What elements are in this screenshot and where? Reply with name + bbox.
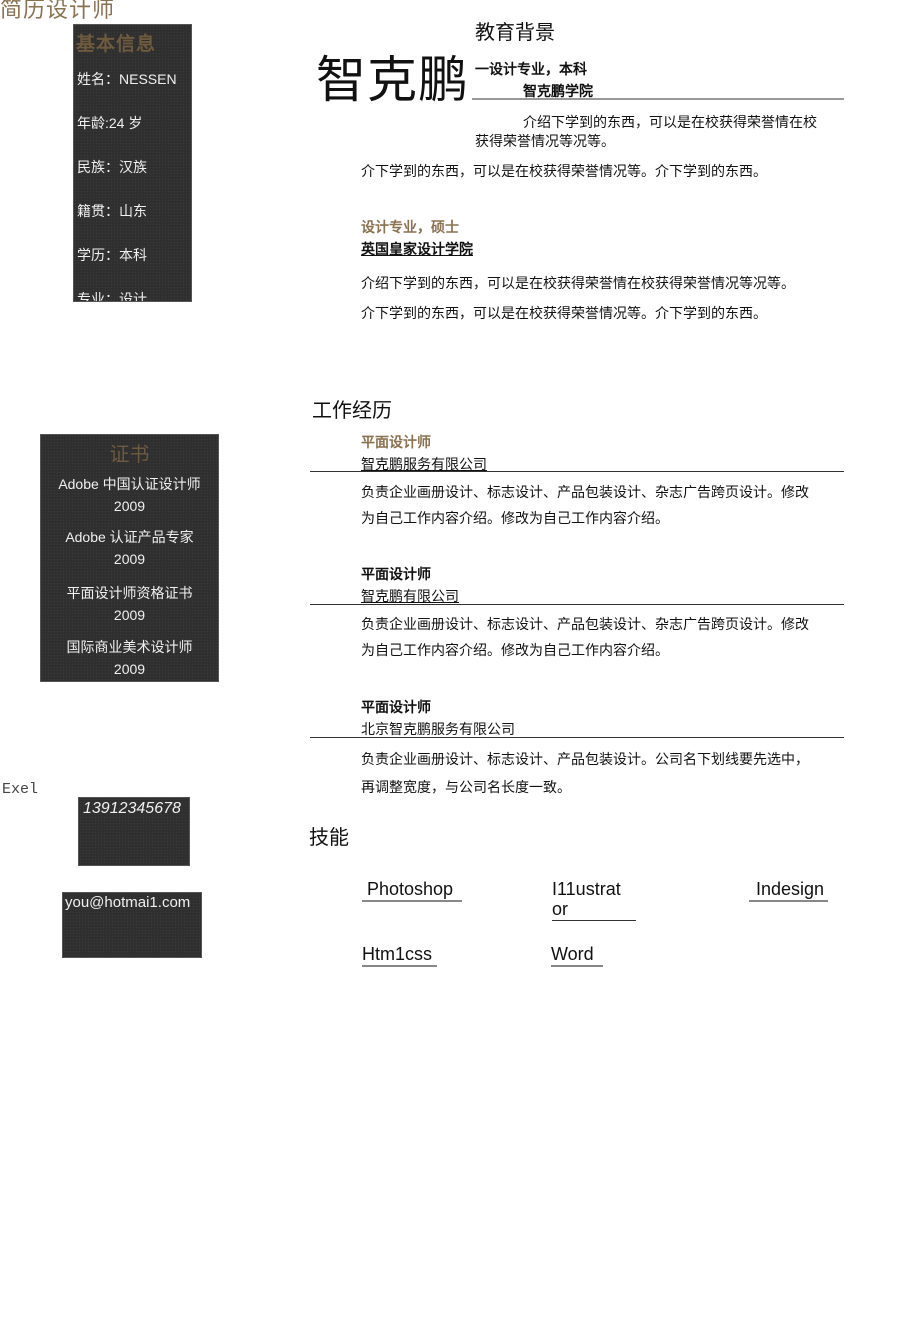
phone-panel: 13912345678 [78, 797, 190, 866]
certificate-year: 2009 [113, 551, 146, 567]
certificate-year: 2009 [113, 661, 146, 677]
certificate-item: Adobe 认证产品专家 2009 [41, 526, 218, 570]
info-ethnicity: 民族：汉族 [77, 159, 147, 175]
skill-htmlcss: Htm1css [362, 944, 437, 967]
certificate-name: 国际商业美术设计师 [66, 639, 193, 655]
certificate-year: 2009 [113, 607, 146, 623]
info-education: 学历：本科 [77, 247, 147, 263]
work-3-divider [310, 737, 844, 738]
work-1-desc-line2: 为自己工作内容介绍。修改为自己工作内容介绍。 [361, 510, 669, 526]
edu-1-desc-line2: 获得荣誉情况等况等。 [475, 133, 615, 149]
work-2-divider [310, 604, 844, 605]
info-major: 专业：设计 [77, 291, 147, 302]
basic-info-heading: 基本信息 [76, 34, 157, 55]
certificate-name: Adobe 认证产品专家 [65, 529, 194, 545]
edu-1-degree: 一设计专业，本科 [475, 61, 587, 77]
email-address: you@hotmai1.com [65, 894, 191, 911]
certificate-item: Adobe 中国认证设计师 2009 [41, 473, 218, 517]
work-1-desc-line1: 负责企业画册设计、标志设计、产品包装设计、杂志广告跨页设计。修改 [361, 484, 809, 500]
work-3-desc-line1: 负责企业画册设计、标志设计、产品包装设计。公司名下划线要先选中， [361, 751, 809, 767]
work-1-title: 平面设计师 [361, 434, 431, 450]
skill-indesign: Indesign [749, 879, 828, 902]
work-2-title: 平面设计师 [361, 566, 431, 582]
contact-label: Exel [2, 781, 39, 798]
skills-heading: 技能 [309, 827, 349, 849]
edu-2-degree: 设计专业，硕士 [361, 219, 459, 235]
work-2-desc-line1: 负责企业画册设计、标志设计、产品包装设计、杂志广告跨页设计。修改 [361, 616, 809, 632]
edu-2-school: 英国皇家设计学院 [361, 241, 473, 257]
certificate-year: 2009 [113, 498, 146, 514]
email-panel: you@hotmai1.com [62, 892, 202, 958]
page-title: 简历设计师 [0, 0, 116, 23]
certificates-panel: 证书 Adobe 中国认证设计师 2009 Adobe 认证产品专家 2009 … [40, 434, 219, 682]
certificate-item: 平面设计师资格证书 2009 [41, 582, 218, 626]
edu-2-desc-2: 介下学到的东西，可以是在校获得荣誉情况等。介下学到的东西。 [361, 305, 767, 321]
certificates-heading: 证书 [109, 444, 150, 466]
work-heading: 工作经历 [312, 400, 392, 422]
work-3-company: 北京智克鹏服务有限公司 [361, 721, 515, 737]
skill-illustrator: I11ustrat or [552, 879, 636, 921]
edu-1-divider [472, 98, 844, 100]
candidate-name: 智克鹏 [316, 51, 469, 109]
info-age: 年龄:24 岁 [77, 115, 143, 131]
basic-info-panel: 基本信息 姓名：NESSEN 年龄:24 岁 民族：汉族 籍贯：山东 学历：本科… [73, 24, 192, 302]
work-3-title: 平面设计师 [361, 699, 431, 715]
edu-2-desc-1: 介绍下学到的东西，可以是在校获得荣誉情在校获得荣誉情况等况等。 [361, 275, 795, 291]
work-2-desc-line2: 为自己工作内容介绍。修改为自己工作内容介绍。 [361, 642, 669, 658]
info-name: 姓名：NESSEN [77, 71, 177, 87]
education-heading: 教育背景 [475, 22, 555, 44]
certificate-name: 平面设计师资格证书 [66, 585, 193, 601]
info-hometown: 籍贯：山东 [77, 203, 147, 219]
work-2-company: 智克鹏有限公司 [361, 588, 459, 604]
work-1-divider [310, 471, 844, 472]
certificate-item: 国际商业美术设计师 2009 [41, 636, 218, 680]
work-3-desc-line2: 再调整宽度，与公司名长度一致。 [361, 779, 571, 795]
edu-1-desc-para2: 介下学到的东西，可以是在校获得荣誉情况等。介下学到的东西。 [361, 163, 767, 179]
certificate-name: Adobe 中国认证设计师 [58, 476, 201, 492]
edu-1-desc-line1: 介绍下学到的东西，可以是在校获得荣誉情在校 [523, 114, 817, 130]
skill-word: Word [551, 944, 603, 967]
skill-photoshop: Photoshop [362, 879, 462, 902]
phone-number: 13912345678 [83, 800, 181, 817]
